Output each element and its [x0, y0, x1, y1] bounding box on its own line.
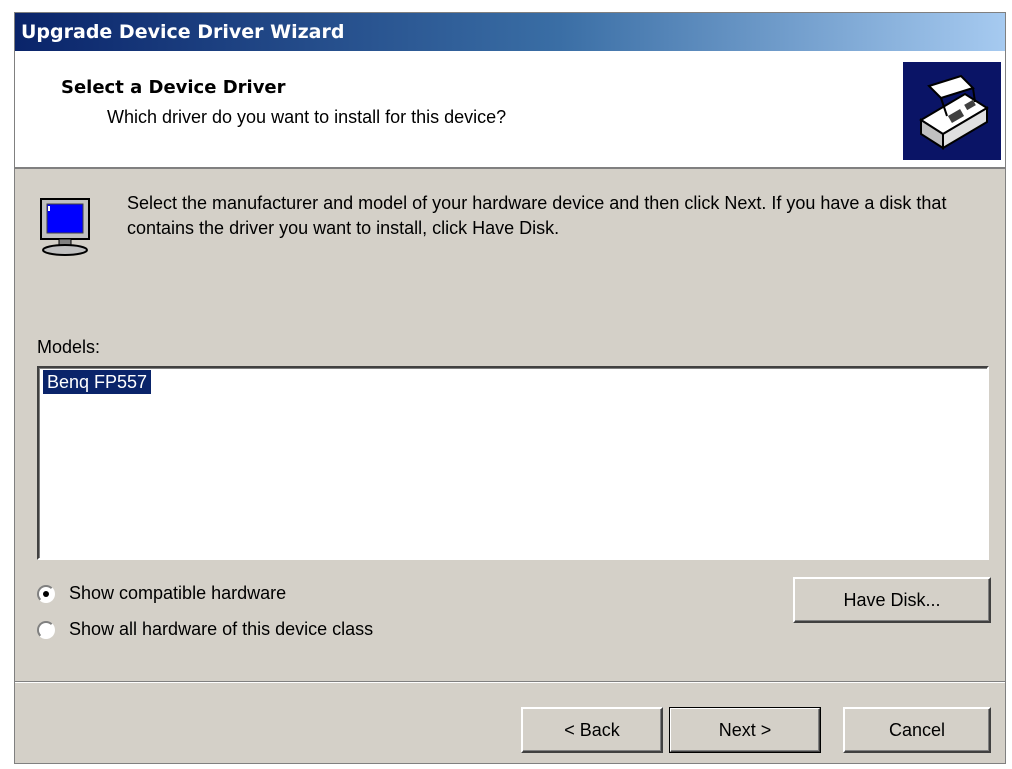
- radio-checked-icon[interactable]: [37, 584, 55, 603]
- window-title: Upgrade Device Driver Wizard: [21, 21, 345, 43]
- list-item[interactable]: Benq FP557: [43, 370, 152, 394]
- next-button[interactable]: Next >: [669, 707, 821, 753]
- page-subtitle: Which driver do you want to install for …: [107, 107, 507, 127]
- monitor-icon: [37, 197, 99, 259]
- models-label: Models:: [37, 337, 101, 357]
- show-all-hardware-radio[interactable]: Show all hardware of this device class: [37, 619, 373, 640]
- show-all-hardware-label: Show all hardware of this device class: [69, 619, 374, 639]
- title-bar: Upgrade Device Driver Wizard: [15, 13, 1005, 51]
- wizard-header: Select a Device Driver Which driver do y…: [15, 51, 1005, 169]
- models-listbox[interactable]: Benq FP557: [37, 366, 989, 560]
- show-compatible-label: Show compatible hardware: [69, 583, 287, 603]
- radio-unchecked-icon[interactable]: [37, 620, 55, 639]
- hardware-card-icon: [903, 62, 1001, 160]
- divider: [15, 681, 1005, 683]
- show-compatible-radio[interactable]: Show compatible hardware: [37, 583, 286, 604]
- cancel-button[interactable]: Cancel: [843, 707, 991, 753]
- instruction-text: Select the manufacturer and model of you…: [127, 193, 947, 238]
- wizard-window: Upgrade Device Driver Wizard Select a De…: [14, 12, 1006, 764]
- have-disk-button[interactable]: Have Disk...: [793, 577, 991, 623]
- wizard-content: Select the manufacturer and model of you…: [15, 169, 1005, 765]
- back-button[interactable]: < Back: [521, 707, 663, 753]
- page-title: Select a Device Driver: [61, 77, 286, 98]
